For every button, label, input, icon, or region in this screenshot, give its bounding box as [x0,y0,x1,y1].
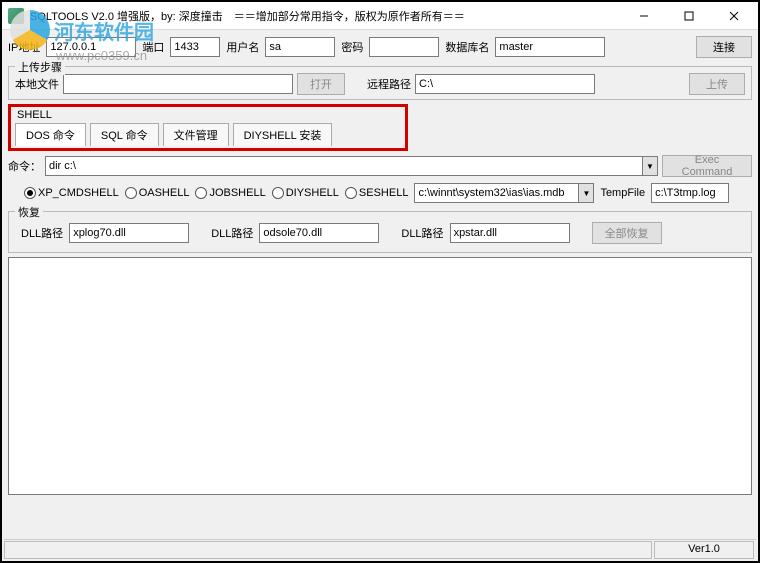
tab-file-manage[interactable]: 文件管理 [163,123,229,146]
pwd-label: 密码 [341,39,363,55]
dll3-input[interactable] [450,223,570,243]
minimize-button[interactable] [621,3,666,29]
tab-sql[interactable]: SQL 命令 [90,123,159,146]
shell-type-row: XP_CMDSHELL OASHELL JOBSHELL DIYSHELL SE… [2,181,758,207]
radio-jobshell[interactable]: JOBSHELL [195,187,265,199]
remote-path-input[interactable] [415,74,595,94]
restore-group: 恢复 DLL路径 DLL路径 DLL路径 全部恢复 [8,211,752,253]
radio-xp-cmdshell[interactable]: XP_CMDSHELL [24,187,119,199]
status-version: Ver1.0 [654,541,754,559]
restore-legend: 恢复 [15,204,43,220]
radio-diyshell[interactable]: DIYSHELL [272,187,339,199]
ip-label: IP地址 [8,39,40,55]
shell-tabs-highlight: SHELL DOS 命令 SQL 命令 文件管理 DIYSHELL 安装 [8,104,408,151]
pwd-input[interactable] [369,37,439,57]
tab-diyshell-install[interactable]: DIYSHELL 安装 [233,123,333,146]
dll1-input[interactable] [69,223,189,243]
port-label: 端口 [142,39,164,55]
tempfile-label: TempFile [600,187,645,199]
upload-legend: 上传步骤 [15,59,65,75]
remote-path-label: 远程路径 [367,76,411,92]
command-row: 命令： ▼ Exec Command [2,151,758,181]
connect-button[interactable]: 连接 [696,36,752,58]
command-input[interactable] [45,156,642,176]
maximize-button[interactable] [666,3,711,29]
command-combo[interactable]: ▼ [45,156,658,176]
chevron-down-icon[interactable]: ▼ [642,156,658,176]
local-file-label: 本地文件 [15,76,59,92]
db-input[interactable] [495,37,605,57]
shell-legend: SHELL [11,107,405,121]
tab-dos[interactable]: DOS 命令 [15,123,86,146]
open-file-button[interactable]: 打开 [297,73,345,95]
command-label: 命令： [8,158,41,174]
shell-tabstrip: DOS 命令 SQL 命令 文件管理 DIYSHELL 安装 [11,121,405,146]
db-label: 数据库名 [445,39,489,55]
output-textarea[interactable] [8,257,752,495]
radio-oashell[interactable]: OASHELL [125,187,190,199]
shell-path-combo[interactable]: ▼ [414,183,594,203]
title-bar: SQLTOOLS V2.0 增强版，by: 深度撞击 ＝＝增加部分常用指令，版权… [2,2,758,30]
status-bar: Ver1.0 [4,539,756,559]
connection-group: IP地址 端口 用户名 密码 数据库名 连接 [2,32,758,62]
port-input[interactable] [170,37,220,57]
upload-group: 上传步骤 本地文件 打开 远程路径 上传 [8,66,752,100]
ip-input[interactable] [46,37,136,57]
status-cell-empty [4,541,652,559]
dll3-label: DLL路径 [401,225,443,241]
local-file-input[interactable] [63,74,293,94]
dll2-input[interactable] [259,223,379,243]
shell-path-input[interactable] [414,183,578,203]
exec-command-button[interactable]: Exec Command [662,155,752,177]
user-input[interactable] [265,37,335,57]
dll1-label: DLL路径 [21,225,63,241]
upload-button[interactable]: 上传 [689,73,745,95]
app-icon [8,8,24,24]
radio-seshell[interactable]: SESHELL [345,187,409,199]
restore-all-button[interactable]: 全部恢复 [592,222,662,244]
window-title: SQLTOOLS V2.0 增强版，by: 深度撞击 ＝＝增加部分常用指令，版权… [30,8,621,24]
dll2-label: DLL路径 [211,225,253,241]
tempfile-input[interactable] [651,183,729,203]
chevron-down-icon[interactable]: ▼ [578,183,594,203]
close-button[interactable] [711,3,756,29]
user-label: 用户名 [226,39,259,55]
